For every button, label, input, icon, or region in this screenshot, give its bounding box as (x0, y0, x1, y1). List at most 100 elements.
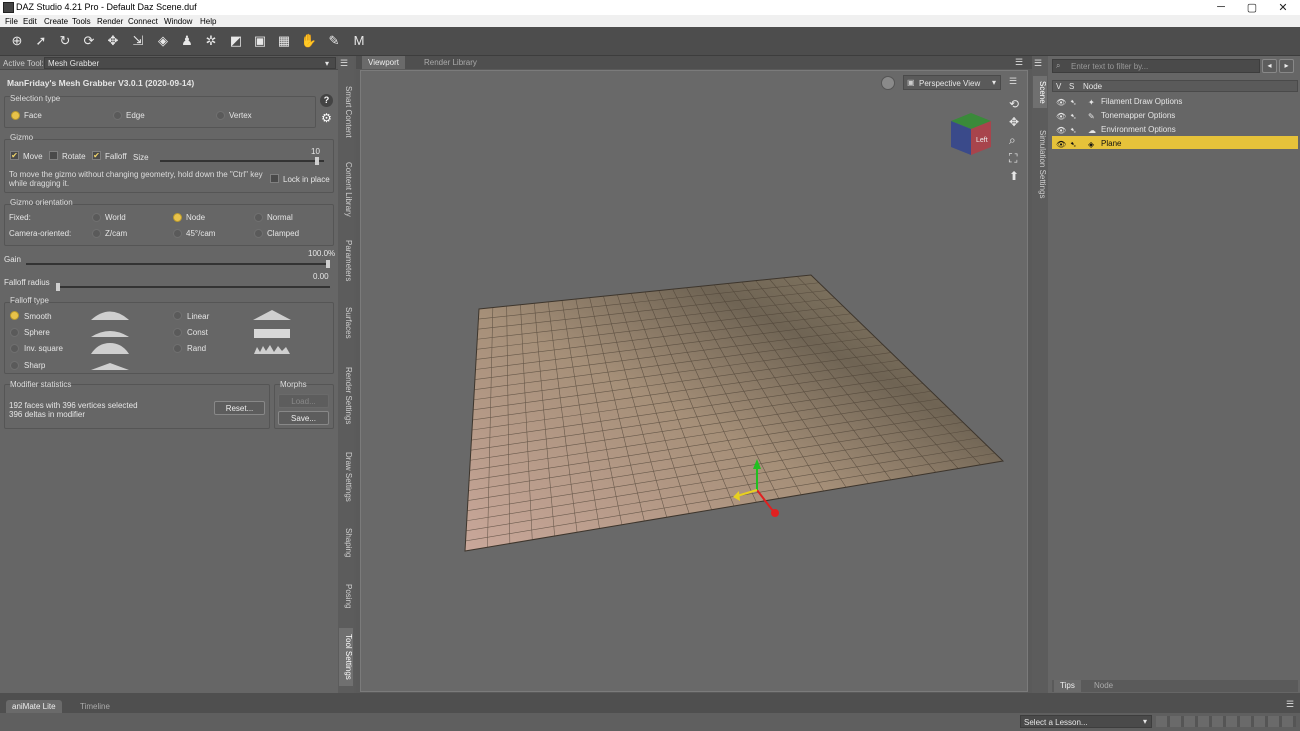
falloff-checkbox[interactable]: ✔ (92, 151, 101, 160)
rotate-checkbox[interactable] (49, 151, 58, 160)
tab-tool-settings[interactable]: Tool Settings (339, 628, 353, 686)
reset-button[interactable]: Reset... (214, 401, 265, 415)
spot-render-icon[interactable]: ✲ (202, 32, 220, 50)
pan-hand-icon[interactable]: ✋ (300, 32, 318, 50)
menu-connect[interactable]: Connect (128, 17, 158, 26)
const-radio[interactable] (173, 328, 182, 337)
tab-render-library[interactable]: Render Library (418, 56, 483, 69)
transform-gizmo[interactable] (721, 455, 791, 525)
menu-tools[interactable]: Tools (72, 17, 91, 26)
geometry-editor-icon[interactable]: ◩ (227, 32, 245, 50)
menu-render[interactable]: Render (97, 17, 123, 26)
size-slider-knob[interactable] (315, 157, 319, 165)
orbit-icon[interactable]: ↻ (56, 32, 74, 50)
45cam-radio[interactable] (173, 229, 182, 238)
joint-editor-icon[interactable]: ♟ (178, 32, 196, 50)
tab-viewport[interactable]: Viewport (362, 56, 405, 69)
mesh-grabber-icon[interactable]: ✎ (325, 32, 343, 50)
surface-selection-icon[interactable]: ◈ (154, 32, 172, 50)
falloff-radius-label: Falloff radius (4, 278, 50, 287)
falloff-radius-slider-knob[interactable] (56, 283, 60, 291)
tab-node[interactable]: Node (1088, 680, 1119, 692)
lock-in-place-checkbox[interactable] (270, 174, 279, 183)
inv-square-label: Inv. square (24, 344, 63, 353)
tab-content-library[interactable]: Content Library (339, 154, 353, 224)
smooth-radio[interactable] (10, 311, 19, 320)
active-tool-dropdown[interactable]: Mesh Grabber ▾ (44, 57, 336, 69)
save-button[interactable]: Save... (278, 411, 329, 425)
scene-item-label: Tonemapper Options (1101, 111, 1176, 120)
sphere-radio[interactable] (10, 328, 19, 337)
bottom-options-icon[interactable]: ☰ (1286, 699, 1294, 710)
sharp-radio[interactable] (10, 361, 19, 370)
scale-icon[interactable]: ⇲ (129, 32, 147, 50)
tab-tips[interactable]: Tips (1054, 680, 1081, 692)
scene-options-icon[interactable]: ☰ (1034, 58, 1042, 69)
node-radio[interactable] (173, 213, 182, 222)
scene-row-selected[interactable]: 👁 ➷ ◈ Plane (1052, 136, 1298, 149)
eye-icon[interactable]: 👁 (1056, 138, 1066, 151)
menu-create[interactable]: Create (44, 17, 68, 26)
translate-icon[interactable]: ✥ (104, 32, 122, 50)
maximize-button[interactable]: ▢ (1237, 1, 1267, 14)
linear-radio[interactable] (173, 311, 182, 320)
tab-animate-lite[interactable]: aniMate Lite (6, 700, 62, 713)
universal-tool-icon[interactable]: ⊕ (8, 32, 26, 50)
help-icon[interactable]: ? (320, 94, 333, 107)
menu-window[interactable]: Window (164, 17, 192, 26)
tab-shaping[interactable]: Shaping (339, 523, 353, 563)
face-radio[interactable] (11, 111, 20, 120)
zcam-radio[interactable] (92, 229, 101, 238)
close-button[interactable]: ✕ (1268, 1, 1298, 14)
3d-viewport[interactable]: ▣ Perspective View ▾ ☰ Left ⟲ ✥ ⌕ ⛶ ⬆ (360, 70, 1028, 692)
minimize-button[interactable]: ─ (1206, 1, 1236, 13)
move-checkbox[interactable]: ✔ (10, 151, 19, 160)
size-slider[interactable] (160, 157, 324, 165)
viewport-options-icon[interactable]: ☰ (1015, 57, 1023, 68)
menu-help[interactable]: Help (200, 17, 216, 26)
falloff-curves-left-icon (91, 311, 129, 370)
const-label: Const (187, 328, 208, 337)
tab-smart-content[interactable]: Smart Content (339, 82, 353, 142)
node-selection-icon[interactable]: ➚ (32, 32, 50, 50)
camera-tool-icon[interactable]: ▣ (251, 32, 269, 50)
tab-simulation-settings[interactable]: Simulation Settings (1033, 122, 1047, 206)
edge-radio[interactable] (113, 111, 122, 120)
falloff-radius-slider[interactable] (56, 283, 330, 291)
collapse-left-icon[interactable]: ◂ (1262, 59, 1277, 73)
fixed-label: Fixed: (9, 213, 31, 222)
tab-scene[interactable]: Scene (1033, 76, 1047, 108)
load-button[interactable]: Load... (278, 394, 329, 408)
panel-options-icon[interactable]: ☰ (340, 58, 352, 68)
scene-row[interactable]: 👁 ➷ ✎ Tonemapper Options (1052, 108, 1298, 121)
tab-render-settings[interactable]: Render Settings (339, 360, 353, 432)
lesson-step-buttons[interactable] (1156, 716, 1296, 727)
world-radio[interactable] (92, 213, 101, 222)
gain-slider-knob[interactable] (326, 260, 330, 268)
stats-line-1: 192 faces with 396 vertices selected (9, 401, 138, 410)
menu-edit[interactable]: Edit (23, 17, 37, 26)
menu-file[interactable]: File (5, 17, 18, 26)
scene-row[interactable]: 👁 ➷ ✦ Filament Draw Options (1052, 94, 1298, 107)
tab-posing[interactable]: Posing (339, 578, 353, 614)
gear-icon[interactable]: ⚙ (320, 112, 333, 125)
tab-parameters[interactable]: Parameters (339, 236, 353, 286)
tab-timeline[interactable]: Timeline (74, 700, 116, 713)
scene-header: V S Node (1052, 80, 1298, 92)
pointer-icon[interactable]: ➷ (1070, 138, 1077, 151)
region-navigator-icon[interactable]: ▦ (275, 32, 293, 50)
rotate-icon[interactable]: ⟳ (80, 32, 98, 50)
vertex-radio[interactable] (216, 111, 225, 120)
morph-icon[interactable]: M (350, 32, 368, 50)
inv-square-radio[interactable] (10, 344, 19, 353)
expand-right-icon[interactable]: ▸ (1279, 59, 1294, 73)
scene-filter-input[interactable]: ⌕ Enter text to filter by... (1052, 59, 1260, 73)
lesson-dropdown[interactable]: Select a Lesson... ▾ (1020, 715, 1152, 728)
rand-radio[interactable] (173, 344, 182, 353)
normal-radio[interactable] (254, 213, 263, 222)
tab-surfaces[interactable]: Surfaces (339, 302, 353, 344)
clamped-radio[interactable] (254, 229, 263, 238)
tab-draw-settings[interactable]: Draw Settings (339, 446, 353, 508)
scene-row[interactable]: 👁 ➷ ☁ Environment Options (1052, 122, 1298, 135)
gain-slider[interactable] (26, 260, 330, 268)
